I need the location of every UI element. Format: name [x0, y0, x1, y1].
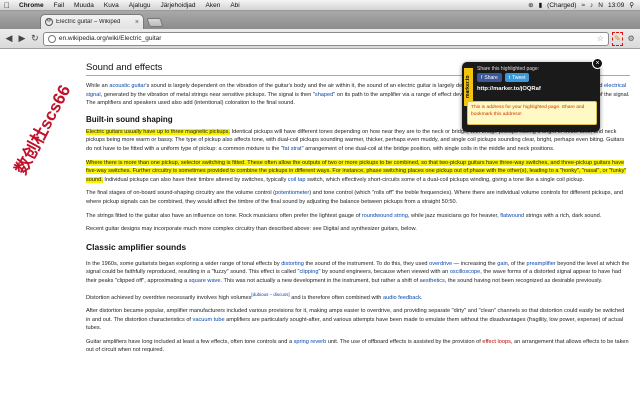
back-arrow-icon[interactable]: ◀	[4, 32, 14, 45]
globe-icon	[47, 34, 56, 43]
highlighter-icon: ✎	[614, 34, 621, 43]
share-header: Share this highlighted page:	[477, 66, 539, 72]
bookmark-star-icon[interactable]: ☆	[597, 34, 604, 43]
menu-edit[interactable]: Muuda	[69, 0, 99, 11]
paragraph: Where there is more than one pickup, sel…	[86, 159, 627, 183]
wifi-icon[interactable]: ≈	[581, 0, 585, 11]
link-acoustic-guitar[interactable]: acoustic guitar	[109, 83, 145, 89]
close-icon[interactable]: ×	[592, 58, 603, 69]
highlighted-text: Electric guitars usually have up to thre…	[86, 128, 230, 135]
link-spring-reverb[interactable]: spring reverb	[294, 339, 327, 345]
paragraph: In the 1960s, some guitarists began expl…	[86, 260, 630, 284]
dubious-discuss-link[interactable]: [dubious – discuss]	[251, 292, 289, 297]
share-buttons: f Share t Tweet	[477, 73, 530, 82]
wrench-menu-icon[interactable]: ⚙	[626, 32, 636, 45]
facebook-share-button[interactable]: f Share	[477, 73, 502, 82]
menu-history[interactable]: Ajalugu	[124, 0, 156, 11]
browser-tab[interactable]: W Electric guitar – Wikiped ×	[40, 14, 144, 29]
link-distorting[interactable]: distorting	[281, 261, 304, 267]
watermark-text: 数创杜scs66	[11, 81, 75, 178]
input-source[interactable]: N	[598, 0, 603, 11]
link-gain[interactable]: gain	[497, 261, 508, 267]
menu-window[interactable]: Aken	[201, 0, 226, 11]
tab-close-icon[interactable]: ×	[135, 19, 139, 26]
link-oscilloscope[interactable]: oscilloscope	[450, 269, 480, 275]
web-page: 数创杜scs66 Sound and effects While an acou…	[0, 50, 640, 400]
menu-status-area: ⊛ ▮ (Charged) ≈ ♪ N 13:09 ⚲	[528, 0, 640, 11]
link-overdrive[interactable]: overdrive	[429, 261, 452, 267]
link-effect-loops[interactable]: effect loops	[482, 339, 511, 345]
wikipedia-favicon-icon: W	[45, 18, 53, 26]
apple-icon[interactable]: 	[0, 0, 14, 11]
spotlight-icon[interactable]: ⚲	[629, 0, 634, 11]
menu-help[interactable]: Abi	[225, 0, 244, 11]
menu-app[interactable]: Chrome	[14, 0, 49, 11]
link-aesthetics[interactable]: aesthetics	[420, 278, 445, 284]
tweet-button[interactable]: t Tweet	[504, 73, 530, 82]
menu-bar:  Chrome Fail Muuda Kuva Ajalugu Järjeho…	[0, 0, 640, 11]
menu-view[interactable]: Kuva	[99, 0, 124, 11]
marker-extension-button[interactable]: ✎	[611, 31, 624, 46]
paragraph: Guitar amplifiers have long included at …	[86, 338, 629, 354]
address-bar[interactable]: en.wikipedia.org/wiki/Electric_guitar ☆	[42, 31, 609, 46]
twitter-icon: t	[508, 74, 511, 81]
bluetooth-icon[interactable]: ⊛	[528, 0, 533, 11]
paragraph: Distortion achieved by overdrive necessa…	[86, 291, 423, 301]
share-link[interactable]: http://marker.to/jOQRaf	[477, 86, 541, 92]
forward-arrow-icon[interactable]: ▶	[17, 32, 27, 45]
link-vacuum-tube[interactable]: vacuum tube	[193, 317, 225, 323]
menu-bookmarks[interactable]: Järjehoidjad	[155, 0, 200, 11]
link-preamplifier[interactable]: preamplifier	[526, 261, 555, 267]
tab-title: Electric guitar – Wikiped	[56, 19, 121, 25]
link-clipping[interactable]: clipping	[299, 269, 318, 275]
link-coil-tap[interactable]: coil tap	[288, 177, 306, 183]
paragraph: The final stages of on-board sound-shapi…	[86, 190, 624, 205]
new-tab-button[interactable]	[146, 18, 164, 27]
facebook-icon: f	[481, 74, 483, 81]
browser-toolbar: ◀ ▶ ↻ en.wikipedia.org/wiki/Electric_gui…	[0, 29, 640, 49]
link-fat-strat[interactable]: fat strat	[283, 146, 302, 152]
share-note: This is address for your highlighted pag…	[467, 101, 597, 125]
battery-status[interactable]: (Charged)	[547, 0, 576, 11]
link-audio-feedback[interactable]: audio feedback	[383, 294, 421, 300]
url-text[interactable]: en.wikipedia.org/wiki/Electric_guitar	[59, 35, 594, 42]
battery-icon[interactable]: ▮	[539, 0, 543, 11]
reload-icon[interactable]: ↻	[30, 32, 40, 45]
paragraph: Recent guitar designs may incorporate mu…	[86, 226, 417, 233]
tab-strip: W Electric guitar – Wikiped ×	[0, 11, 640, 29]
section-heading-amplifier: Classic amplifier sounds	[86, 241, 187, 252]
link-potentiometer[interactable]: potentiometer	[275, 190, 309, 196]
share-popup: marker.to Share this highlighted page: f…	[462, 58, 603, 132]
link-shaped[interactable]: shaped	[315, 92, 333, 98]
volume-icon[interactable]: ♪	[590, 0, 593, 11]
paragraph: After distortion became popular, amplifi…	[86, 307, 625, 332]
link-roundwound-string[interactable]: roundwound string	[362, 213, 408, 219]
link-flatwound[interactable]: flatwound	[500, 213, 524, 219]
clock[interactable]: 13:09	[608, 0, 624, 11]
paragraph: The strings fitted to the guitar also ha…	[86, 212, 602, 219]
link-square-wave[interactable]: square wave	[189, 278, 221, 284]
menu-file[interactable]: Fail	[49, 0, 69, 11]
